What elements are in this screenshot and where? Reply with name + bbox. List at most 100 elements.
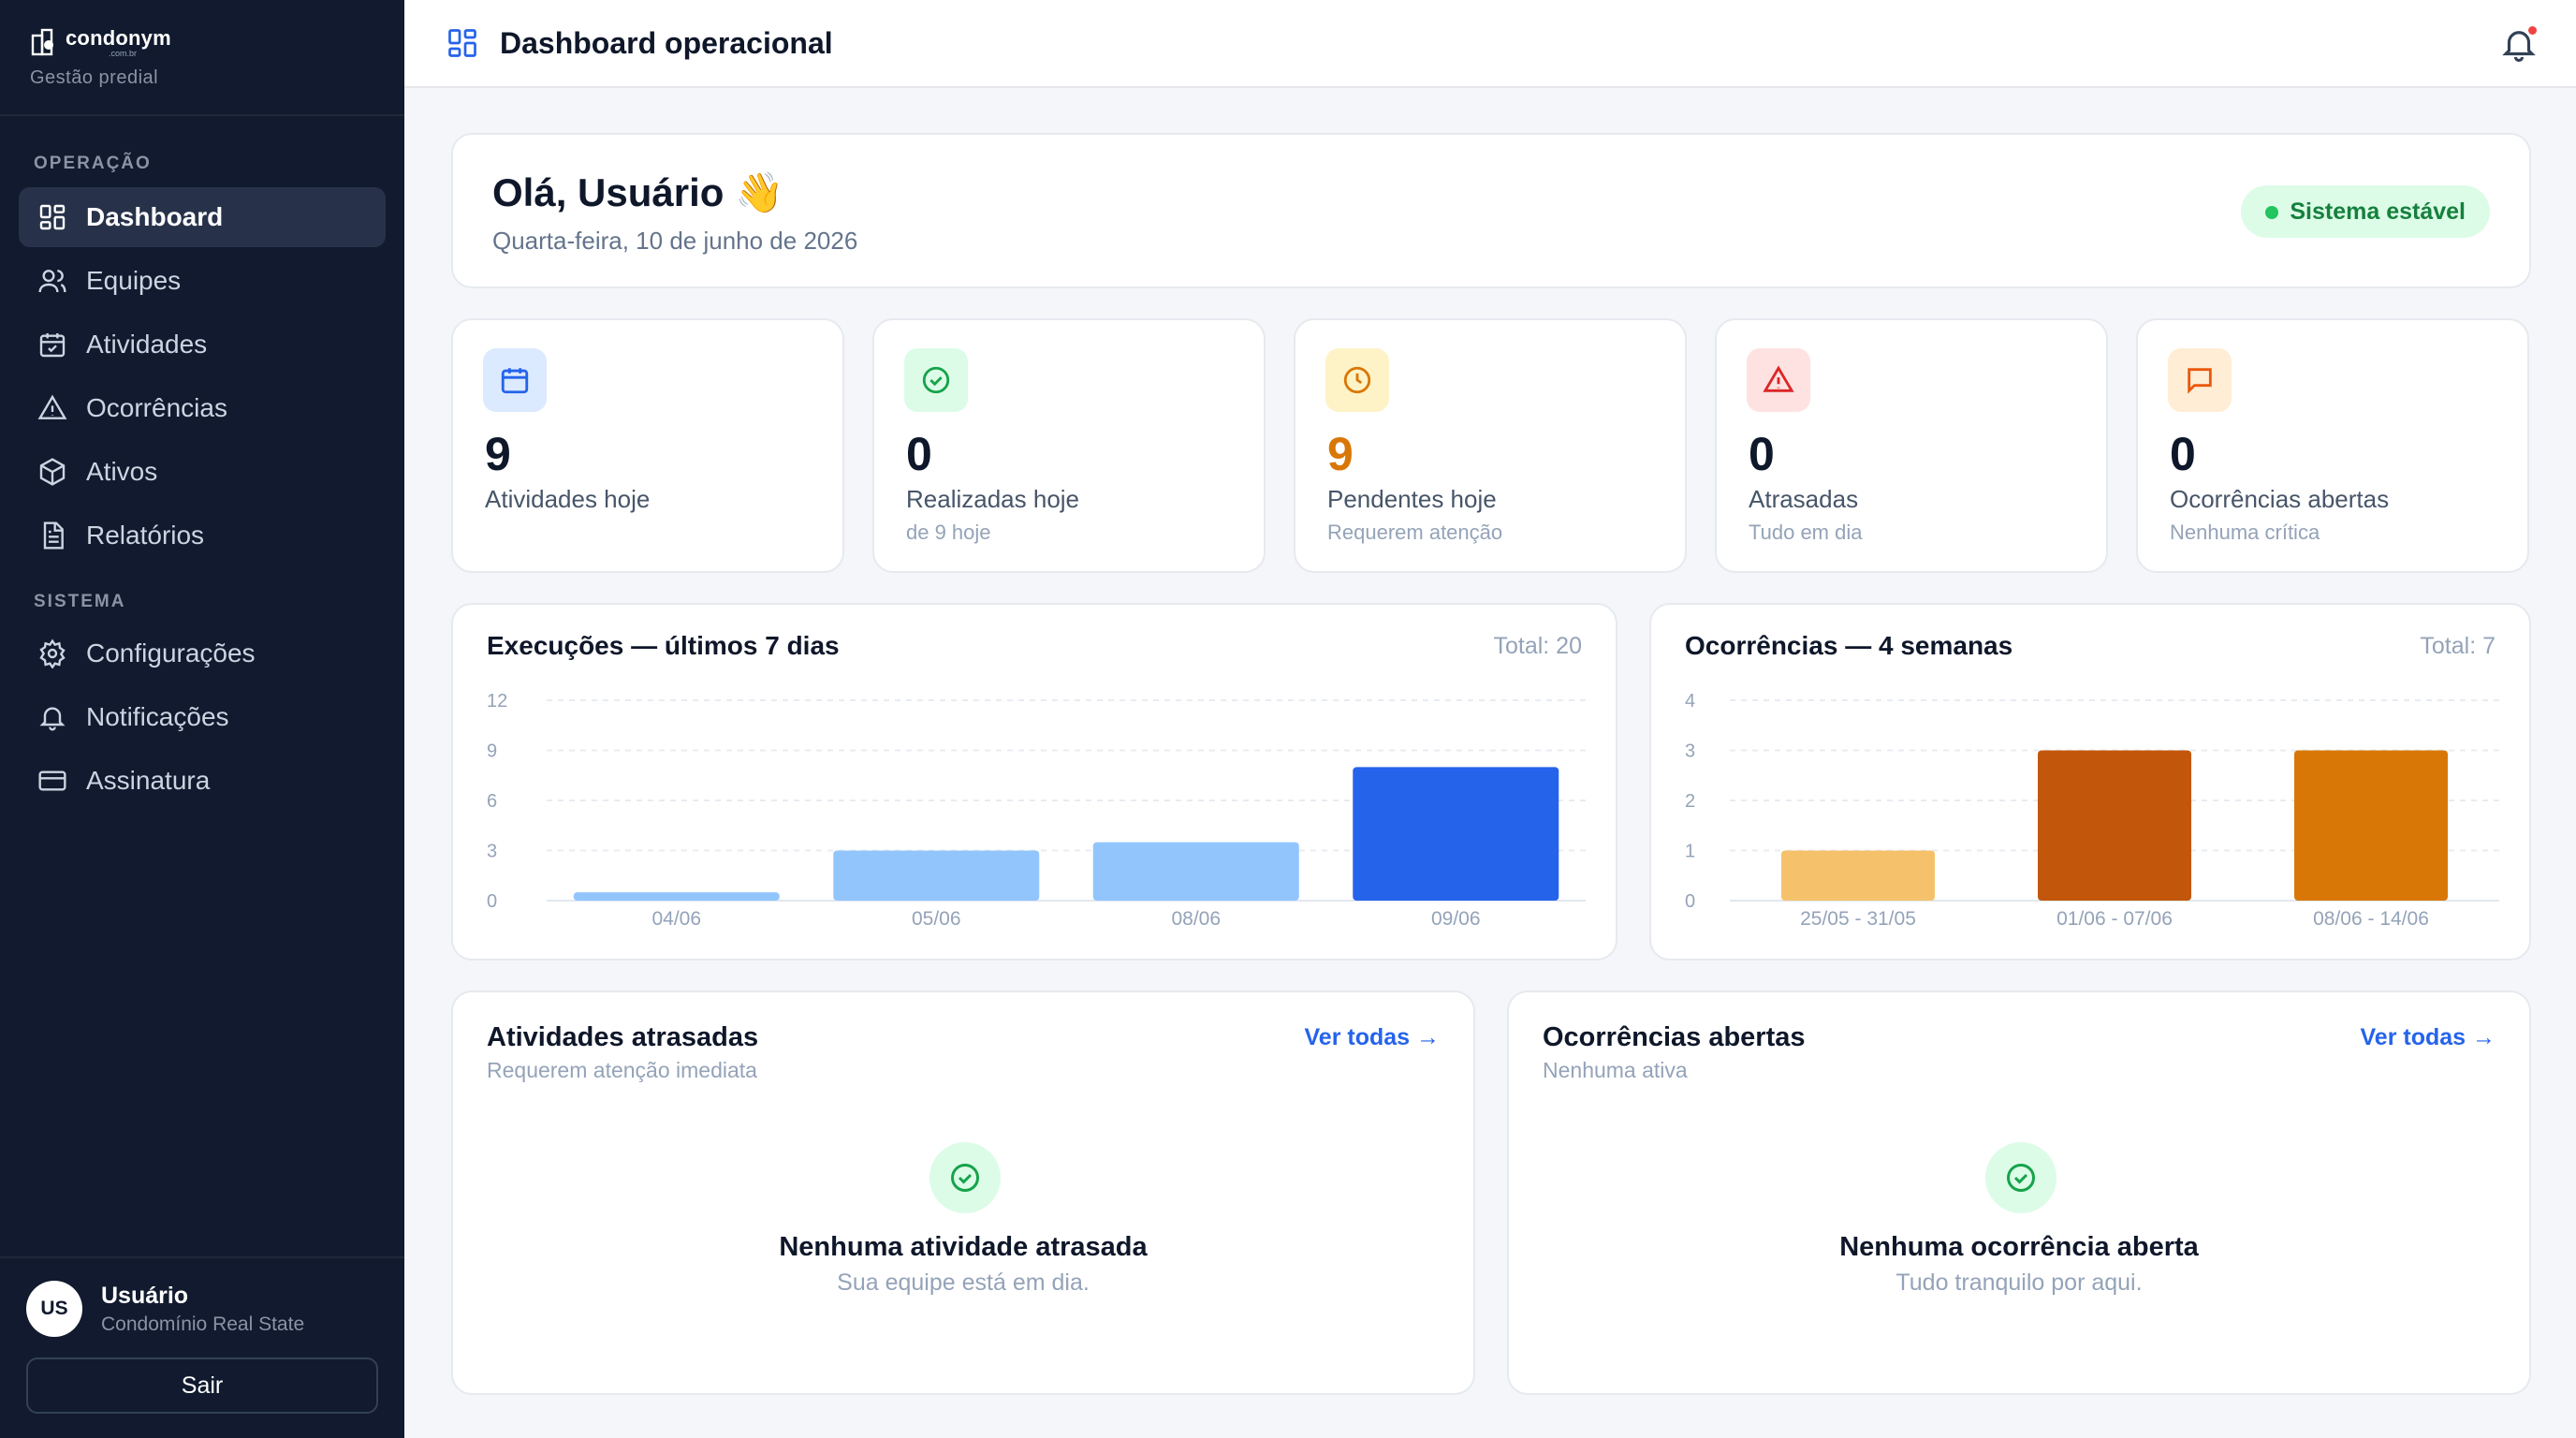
y-tick-label: 6 bbox=[487, 791, 497, 812]
empty-state-subtitle: Tudo tranquilo por aqui. bbox=[1895, 1269, 2143, 1296]
sidebar-item-dashboard[interactable]: Dashboard bbox=[19, 187, 386, 247]
empty-state-title: Nenhuma ocorrência aberta bbox=[1839, 1232, 2199, 1262]
credit-card-icon bbox=[38, 770, 66, 791]
stat-sub: Tudo em dia bbox=[1749, 521, 1863, 544]
stat-card-overdue[interactable]: 0 Atrasadas Tudo em dia bbox=[1715, 318, 2108, 573]
sidebar-item-assinatura[interactable]: Assinatura bbox=[19, 751, 386, 811]
y-tick-label: 4 bbox=[1685, 691, 1695, 712]
stat-label: Pendentes hoje bbox=[1327, 485, 1497, 513]
sidebar-item-label: Equipes bbox=[86, 266, 182, 295]
nav-section-operation: OPERAÇÃO bbox=[34, 154, 152, 173]
bar[interactable] bbox=[2294, 750, 2448, 902]
bar[interactable] bbox=[1781, 850, 1935, 902]
sidebar-item-label: Relatórios bbox=[86, 521, 205, 550]
x-tick-label: 08/06 - 14/06 bbox=[2313, 908, 2429, 930]
y-tick-label: 2 bbox=[1685, 791, 1695, 812]
warning-icon bbox=[37, 394, 67, 419]
nav-operation: Dashboard Equipes Atividades Ocorrências… bbox=[19, 187, 386, 569]
stat-label: Atrasadas bbox=[1749, 485, 1859, 513]
dashboard-icon bbox=[448, 29, 476, 57]
y-tick-label: 9 bbox=[487, 741, 497, 762]
x-tick-label: 09/06 bbox=[1431, 908, 1481, 930]
x-tick-label: 25/05 - 31/05 bbox=[1800, 908, 1916, 930]
card-title: Ocorrências abertas bbox=[1543, 1022, 1806, 1052]
stat-card-open-occurrences[interactable]: 0 Ocorrências abertas Nenhuma crítica bbox=[2136, 318, 2529, 573]
notification-badge bbox=[2526, 24, 2539, 37]
sidebar-item-relatorios[interactable]: Relatórios bbox=[19, 506, 386, 565]
sidebar-item-label: Notificações bbox=[86, 702, 229, 731]
calendar-icon bbox=[483, 348, 547, 412]
logo[interactable]: condonym .com.br bbox=[30, 26, 374, 58]
check-circle-icon bbox=[904, 348, 968, 412]
message-icon bbox=[2168, 348, 2232, 412]
gear-icon bbox=[39, 638, 66, 668]
stat-sub: de 9 hoje bbox=[906, 521, 991, 544]
x-tick-label: 01/06 - 07/06 bbox=[2056, 908, 2173, 930]
status-badge: Sistema estável bbox=[2241, 185, 2490, 238]
brand: condonym .com.br Gestão predial bbox=[0, 0, 404, 116]
bar[interactable] bbox=[2038, 750, 2191, 902]
sidebar-item-label: Atividades bbox=[86, 330, 208, 359]
x-tick-label: 04/06 bbox=[651, 908, 701, 930]
bar[interactable] bbox=[833, 850, 1040, 902]
logo-text: condonym bbox=[66, 26, 171, 50]
avatar: US bbox=[26, 1281, 82, 1337]
user-org: Condomínio Real State bbox=[101, 1313, 305, 1335]
stat-value: 0 bbox=[906, 428, 932, 480]
bar[interactable] bbox=[1092, 842, 1299, 901]
sidebar-item-label: Dashboard bbox=[86, 202, 224, 231]
greeting: Olá, Usuário 👋 bbox=[492, 170, 784, 214]
building-logo-icon bbox=[31, 28, 53, 56]
stat-value: 0 bbox=[2170, 428, 2196, 480]
box-icon bbox=[39, 458, 66, 486]
stat-card-done-today[interactable]: 0 Realizadas hoje de 9 hoje bbox=[872, 318, 1266, 573]
warning-icon bbox=[1747, 348, 1810, 412]
sidebar-item-notificacoes[interactable]: Notificações bbox=[19, 687, 386, 747]
x-tick-label: 08/06 bbox=[1171, 908, 1221, 930]
welcome-card: Olá, Usuário 👋 Quarta-feira, 10 de junho… bbox=[451, 133, 2531, 288]
bar[interactable] bbox=[1353, 767, 1559, 901]
card-title: Atividades atrasadas bbox=[487, 1022, 759, 1052]
stat-card-pending-today[interactable]: 9 Pendentes hoje Requerem atenção bbox=[1294, 318, 1687, 573]
topbar: Dashboard operacional bbox=[404, 0, 2576, 88]
sidebar-item-ativos[interactable]: Ativos bbox=[19, 442, 386, 502]
user-profile[interactable]: US Usuário Condomínio Real State bbox=[26, 1281, 378, 1337]
nav-section-system: SISTEMA bbox=[34, 592, 126, 611]
page-title: Dashboard operacional bbox=[500, 25, 833, 60]
sidebar-item-configuracoes[interactable]: Configurações bbox=[19, 624, 386, 683]
sidebar: condonym .com.br Gestão predial OPERAÇÃO… bbox=[0, 0, 404, 1438]
stat-label: Realizadas hoje bbox=[906, 485, 1080, 513]
nav-system: Configurações Notificações Assinatura bbox=[19, 624, 386, 814]
y-tick-label: 1 bbox=[1685, 842, 1695, 862]
stat-label: Atividades hoje bbox=[485, 485, 651, 513]
stat-sub: Requerem atenção bbox=[1327, 521, 1503, 544]
file-text-icon bbox=[43, 521, 64, 550]
empty-state-title: Nenhuma atividade atrasada bbox=[779, 1232, 1148, 1262]
see-all-link[interactable]: Ver todas → bbox=[2361, 1024, 2496, 1051]
card-subtitle: Nenhuma ativa bbox=[1543, 1058, 1688, 1082]
stat-value: 9 bbox=[1327, 428, 1354, 480]
executions-bar-chart: 0 3 6 9 12 04/06 05/06 08/06 09/06 bbox=[487, 691, 1586, 930]
chart-card-executions: Execuções — últimos 7 dias Total: 20 036… bbox=[451, 603, 1617, 961]
x-tick-label: 05/06 bbox=[912, 908, 961, 930]
sidebar-item-label: Ativos bbox=[86, 457, 158, 486]
stat-value: 9 bbox=[485, 428, 511, 480]
y-tick-label: 0 bbox=[1685, 891, 1695, 912]
sidebar-item-label: Assinatura bbox=[86, 766, 211, 795]
logout-button[interactable]: Sair bbox=[26, 1357, 378, 1414]
check-circle-icon bbox=[1985, 1142, 2056, 1213]
sidebar-item-atividades[interactable]: Atividades bbox=[19, 315, 386, 374]
sidebar-item-ocorrencias[interactable]: Ocorrências bbox=[19, 378, 386, 438]
stat-label: Ocorrências abertas bbox=[2170, 485, 2390, 513]
bell-icon bbox=[39, 707, 66, 731]
stat-card-activities-today[interactable]: 9 Atividades hoje bbox=[451, 318, 844, 573]
see-all-link[interactable]: Ver todas → bbox=[1305, 1024, 1441, 1051]
y-tick-label: 12 bbox=[487, 691, 507, 712]
y-tick-label: 0 bbox=[487, 891, 497, 912]
open-occurrences-card: Ocorrências abertas Nenhuma ativa Ver to… bbox=[1507, 990, 2531, 1395]
sidebar-item-label: Configurações bbox=[86, 638, 256, 668]
bar[interactable] bbox=[573, 892, 780, 901]
occurrences-bar-chart: 0 1 2 3 4 25/05 - 31/05 01/06 - 07/06 08/06 - 1… bbox=[1685, 691, 2499, 930]
chart-card-occurrences: Ocorrências — 4 semanas Total: 7 0 1 2 3 4 25… bbox=[1649, 603, 2531, 961]
sidebar-item-equipes[interactable]: Equipes bbox=[19, 251, 386, 311]
